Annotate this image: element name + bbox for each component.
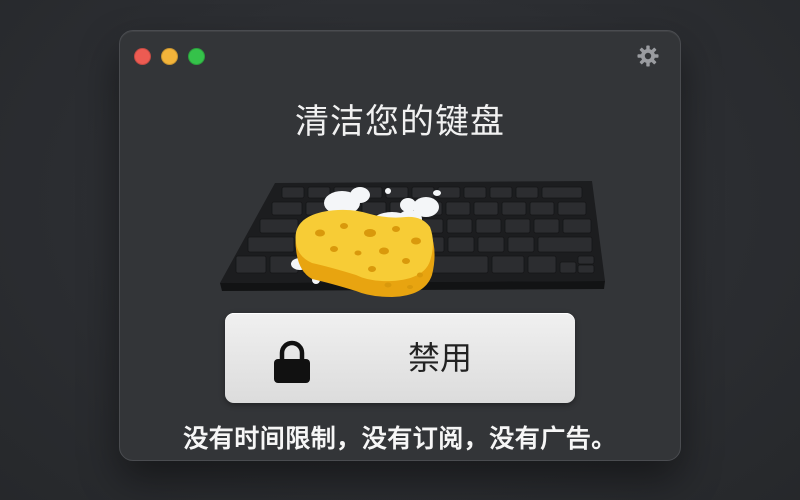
tagline: 没有时间限制，没有订阅，没有广告。: [183, 424, 617, 453]
keyboard-with-sponge-illustration: [220, 181, 605, 297]
zoom-window-button[interactable]: [188, 48, 205, 65]
desktop-background: 清洁您的键盘 禁用 没有时间限制，没有订阅，没有广告。: [0, 0, 800, 500]
gear-icon[interactable]: [636, 44, 660, 68]
app-window: 清洁您的键盘 禁用 没有时间限制，没有订阅，没有广告。: [119, 30, 681, 461]
page-title: 清洁您的键盘: [295, 102, 505, 142]
minimize-window-button[interactable]: [161, 48, 178, 65]
lock-icon: [274, 340, 310, 383]
disable-button-label: 禁用: [407, 339, 472, 377]
disable-keyboard-button[interactable]: 禁用: [225, 313, 575, 403]
window-controls: [134, 48, 205, 65]
close-window-button[interactable]: [134, 48, 151, 65]
